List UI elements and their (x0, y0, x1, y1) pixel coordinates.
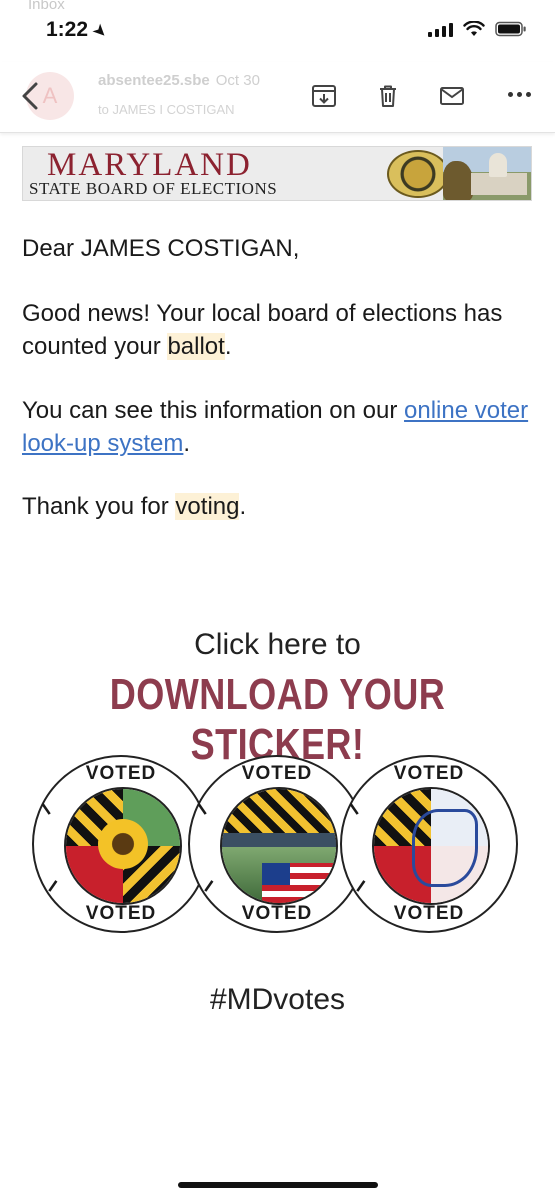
paragraph-lookup: You can see this information on our onli… (22, 397, 529, 457)
sticker-voted-top: VOTED (241, 763, 313, 784)
more-options-icon[interactable] (508, 92, 531, 97)
sticker-voted-top: VOTED (85, 763, 157, 784)
sticker-i-top: I (38, 799, 55, 819)
email-date: Oct 30 (215, 72, 260, 89)
sbe-banner: MARYLAND STATE BOARD OF ELECTIONS (22, 146, 532, 201)
location-arrow-icon: ➤ (89, 20, 111, 42)
trash-icon[interactable] (374, 82, 402, 110)
hashtag-text: #MDvotes (209, 983, 346, 1016)
battery-icon (495, 21, 526, 37)
sticker-art-bridge (220, 787, 338, 905)
sticker-i-bottom: I (45, 876, 61, 896)
home-indicator[interactable] (178, 1182, 378, 1188)
sticker-art-flag-map (372, 787, 490, 905)
sticker-images-link[interactable]: VOTED I I VOTED VOTED I I VOTED VOTED I (32, 755, 522, 935)
sticker-i-top: I (346, 799, 363, 819)
clock-time: 1:22 (46, 18, 89, 41)
back-chevron-icon[interactable] (14, 78, 48, 114)
sticker-voted-bottom: VOTED (241, 903, 313, 924)
status-bar: Inbox 1:22➤ (0, 0, 555, 62)
sticker-voted-bottom: VOTED (393, 903, 465, 924)
clock: 1:22➤ (46, 18, 110, 42)
voted-sticker-3[interactable]: VOTED I I VOTED (340, 755, 518, 933)
highlight-voting: voting (175, 493, 240, 520)
voted-sticker-1[interactable]: VOTED I I VOTED (32, 755, 210, 933)
back-to-app-label[interactable]: Inbox (28, 0, 65, 13)
sticker-i-bottom: I (201, 876, 217, 896)
click-here-text[interactable]: Click here to (0, 628, 555, 662)
paragraph-thanks: Thank you for voting. (22, 493, 247, 520)
sticker-i-top: I (194, 799, 211, 819)
state-house-photo (443, 147, 531, 200)
banner-subtitle: STATE BOARD OF ELECTIONS (29, 179, 278, 198)
status-icons (428, 21, 527, 37)
archive-icon[interactable] (310, 82, 338, 110)
recipient-line[interactable]: to JAMES I COSTIGAN (98, 102, 235, 117)
wifi-icon (463, 21, 485, 36)
sticker-voted-bottom: VOTED (85, 903, 157, 924)
sticker-i-bottom: I (353, 876, 369, 896)
highlight-ballot: ballot (167, 333, 225, 360)
sender-line[interactable]: absentee25.sbe Oct 30 (98, 72, 260, 89)
maryland-seal-icon (387, 150, 449, 198)
cellular-signal-icon (428, 21, 453, 37)
greeting: Dear JAMES COSTIGAN, (22, 235, 300, 262)
sticker-art-sunflower (64, 787, 182, 905)
sticker-voted-top: VOTED (393, 763, 465, 784)
email-toolbar: A absentee25.sbe Oct 30 to JAMES I COSTIG… (0, 62, 555, 133)
paragraph-counted: Good news! Your local board of elections… (22, 300, 503, 360)
sender-name: absentee25.sbe (98, 72, 210, 89)
mail-icon[interactable] (438, 82, 466, 110)
